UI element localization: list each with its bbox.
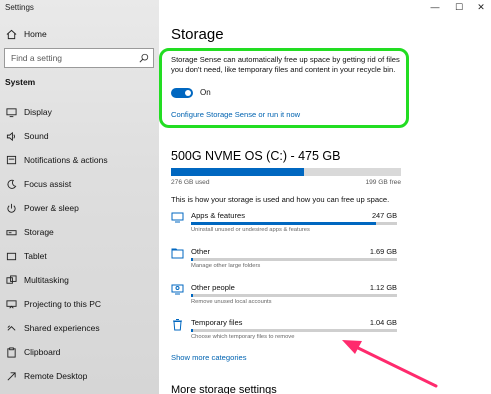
shared-experiences-icon — [5, 322, 17, 334]
sidebar-item-sound[interactable]: Sound — [0, 126, 159, 146]
drive-usage-fill — [171, 168, 305, 176]
sidebar-item-label: Clipboard — [24, 347, 61, 357]
drive-title: 500G NVME OS (C:) - 475 GB — [171, 149, 341, 163]
category-bar — [191, 294, 397, 297]
main-content: Storage Storage Sense can automatically … — [159, 0, 491, 394]
sidebar-item-home[interactable]: Home — [0, 24, 159, 44]
toggle-knob — [185, 90, 191, 96]
sidebar-item-label: Focus assist — [24, 179, 72, 189]
tablet-icon — [5, 250, 17, 262]
home-icon — [5, 28, 17, 40]
category-description: Uninstall unused or undesired apps & fea… — [191, 227, 310, 233]
sidebar: Settings Home System Display Sound Notif… — [0, 0, 159, 394]
sidebar-item-clipboard[interactable]: Clipboard — [0, 342, 159, 362]
category-description: Manage other large folders — [191, 263, 261, 269]
other-people-icon — [171, 283, 184, 296]
sidebar-item-power[interactable]: Power & sleep — [0, 198, 159, 218]
sidebar-item-label: Notifications & actions — [24, 155, 108, 165]
drive-usage-bar — [171, 168, 401, 176]
projecting-icon — [5, 298, 17, 310]
sidebar-item-focus-assist[interactable]: Focus assist — [0, 174, 159, 194]
notifications-icon — [5, 154, 17, 166]
category-name: Other people — [191, 283, 235, 292]
sidebar-item-display[interactable]: Display — [0, 102, 159, 122]
category-size: 247 GB — [371, 211, 397, 220]
sidebar-item-label: Projecting to this PC — [24, 299, 102, 309]
search-input[interactable] — [5, 49, 135, 67]
multitasking-icon — [5, 274, 17, 286]
category-other[interactable]: Other 1.69 GB Manage other large folders — [171, 247, 397, 273]
category-bar-fill — [191, 294, 194, 297]
sidebar-item-notifications[interactable]: Notifications & actions — [0, 150, 159, 170]
clipboard-icon — [5, 346, 17, 358]
more-storage-settings-heading: More storage settings — [171, 384, 277, 394]
sidebar-item-label: Shared experiences — [24, 323, 100, 333]
category-size: 1.12 GB — [369, 283, 397, 292]
apps-icon — [171, 211, 184, 224]
category-description: Choose which temporary files to remove — [191, 334, 295, 340]
sidebar-item-storage[interactable]: Storage — [0, 222, 159, 242]
sidebar-item-remote-desktop[interactable]: Remote Desktop — [0, 366, 159, 386]
search-icon[interactable] — [135, 53, 153, 63]
storage-sense-toggle-label: On — [200, 88, 211, 97]
sidebar-item-shared-experiences[interactable]: Shared experiences — [0, 318, 159, 338]
sidebar-item-label: Storage — [24, 227, 54, 237]
sidebar-item-projecting[interactable]: Projecting to this PC — [0, 294, 159, 314]
window-title: Settings — [5, 3, 34, 12]
storage-icon — [5, 226, 17, 238]
power-icon — [5, 202, 17, 214]
category-size: 1.04 GB — [369, 318, 397, 327]
drive-description: This is how your storage is used and how… — [171, 195, 390, 204]
storage-sense-toggle[interactable] — [171, 88, 193, 98]
trash-icon — [171, 318, 184, 331]
configure-storage-sense-link[interactable]: Configure Storage Sense or run it now — [171, 110, 300, 119]
sidebar-section-title: System — [5, 77, 36, 87]
sidebar-item-label: Sound — [24, 131, 49, 141]
category-name: Temporary files — [191, 318, 243, 327]
category-bar — [191, 329, 397, 332]
sidebar-item-multitasking[interactable]: Multitasking — [0, 270, 159, 290]
category-description: Remove unused local accounts — [191, 299, 272, 305]
remote-desktop-icon — [5, 370, 17, 382]
category-apps-features[interactable]: Apps & features 247 GB Uninstall unused … — [171, 211, 397, 237]
page-title: Storage — [171, 26, 224, 43]
sidebar-item-label: Display — [24, 107, 52, 117]
sidebar-item-tablet[interactable]: Tablet — [0, 246, 159, 266]
drive-used-label: 276 GB used — [171, 179, 210, 186]
category-name: Apps & features — [191, 211, 246, 220]
sound-icon — [5, 130, 17, 142]
sidebar-item-label: Multitasking — [24, 275, 69, 285]
sidebar-item-label: Tablet — [24, 251, 47, 261]
category-bar-fill — [191, 222, 377, 225]
drive-free-label: 199 GB free — [365, 179, 401, 186]
search-field[interactable] — [4, 48, 154, 68]
sidebar-item-label: Home — [24, 29, 47, 39]
display-icon — [5, 106, 17, 118]
sidebar-item-label: Power & sleep — [24, 203, 79, 213]
storage-sense-description: Storage Sense can automatically free up … — [171, 55, 400, 74]
category-other-people[interactable]: Other people 1.12 GB Remove unused local… — [171, 283, 397, 309]
category-name: Other — [191, 247, 210, 256]
category-bar-fill — [191, 329, 194, 332]
category-temporary-files[interactable]: Temporary files 1.04 GB Choose which tem… — [171, 318, 397, 344]
category-size: 1.69 GB — [369, 247, 397, 256]
category-bar — [191, 258, 397, 261]
focus-assist-icon — [5, 178, 17, 190]
show-more-categories-link[interactable]: Show more categories — [171, 353, 247, 362]
category-bar — [191, 222, 397, 225]
other-icon — [171, 247, 184, 260]
category-bar-fill — [191, 258, 194, 261]
sidebar-item-label: Remote Desktop — [24, 371, 88, 381]
